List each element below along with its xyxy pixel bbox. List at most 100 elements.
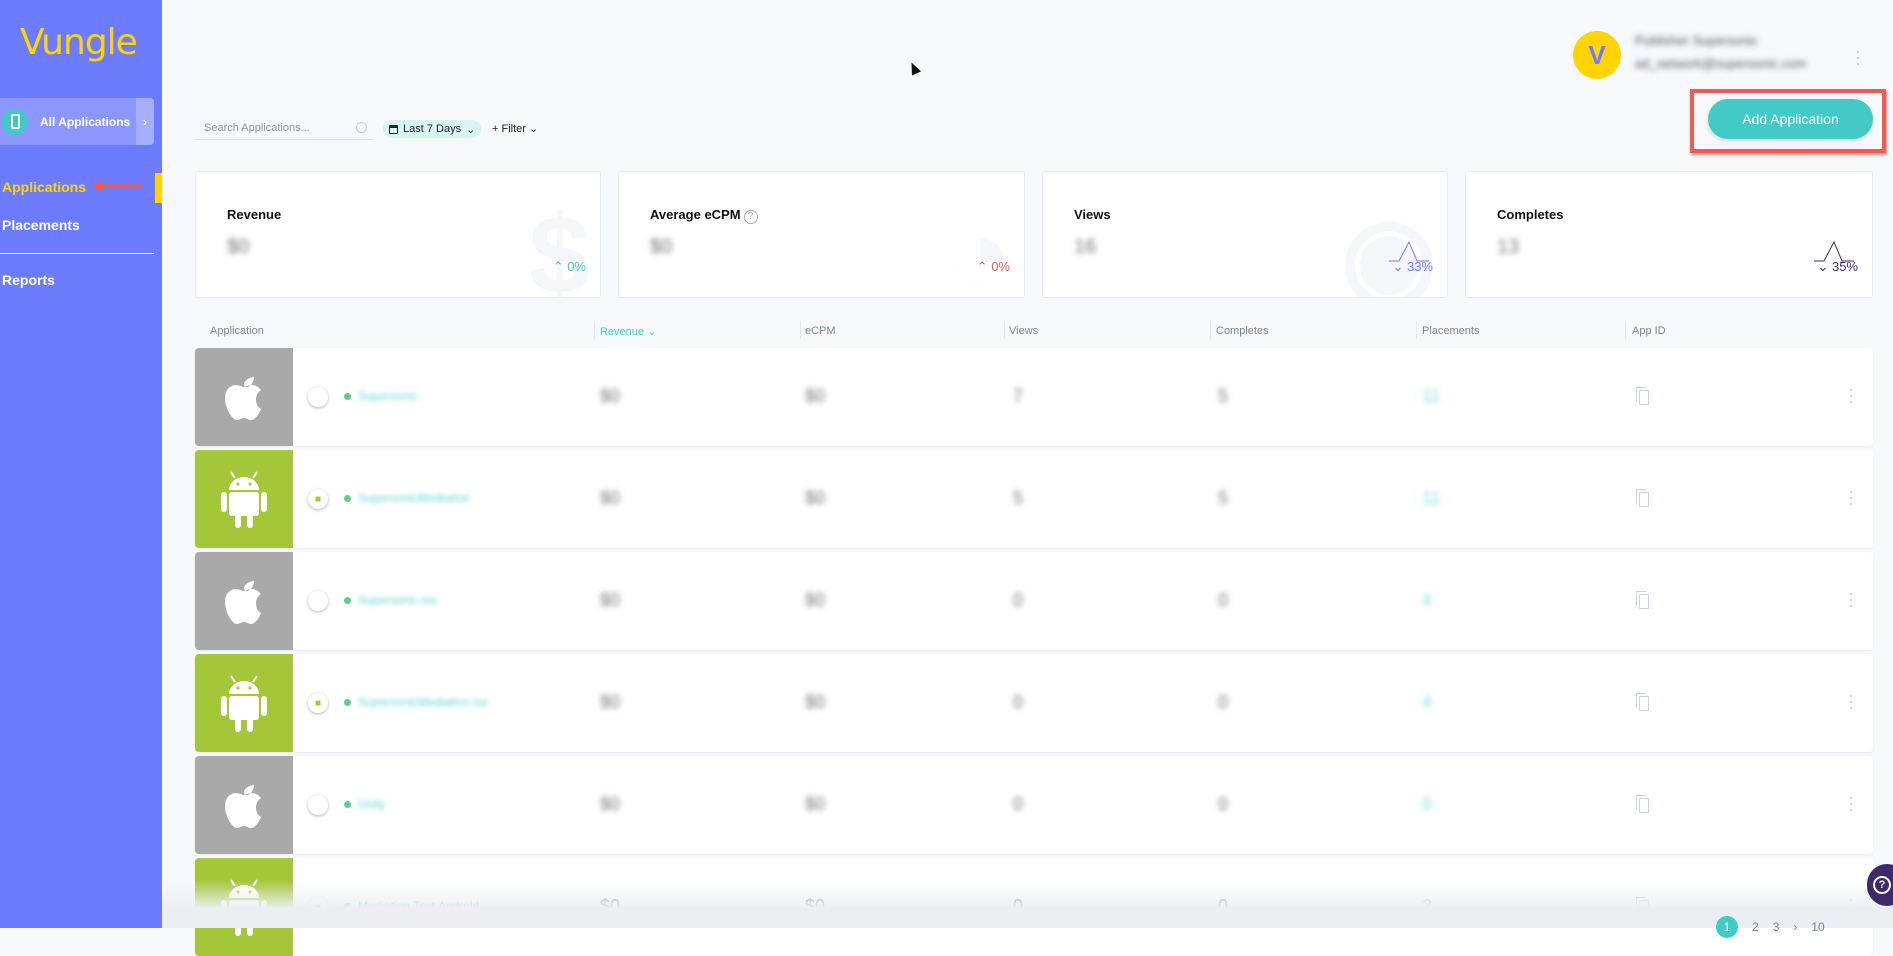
more-vertical-icon[interactable]: · · ·	[1855, 42, 1861, 72]
completes-cell: 5	[1218, 386, 1229, 406]
status-dot	[344, 597, 351, 604]
search-field[interactable]	[195, 116, 373, 140]
page-3[interactable]: 3	[1773, 920, 1780, 934]
completes-cell: 0	[1218, 590, 1229, 610]
column-divider	[594, 321, 595, 339]
sidebar-item-applications[interactable]: Applications	[2, 179, 86, 195]
gauge-icon: ◔	[947, 194, 1014, 298]
pagination: 1 2 3 › 10	[1716, 916, 1825, 938]
app-name-link[interactable]: SupersonicMediation.ios	[358, 695, 489, 709]
search-input[interactable]	[195, 121, 356, 134]
help-icon[interactable]: ?	[743, 210, 758, 224]
revenue-cell: $0	[600, 794, 621, 814]
question-icon: ?	[1873, 876, 1891, 894]
card-title: Completes	[1497, 207, 1564, 222]
copy-app-id-icon[interactable]	[1636, 591, 1650, 609]
app-name-link[interactable]: Supersonic.ios	[358, 593, 437, 607]
sidebar-divider	[0, 253, 154, 254]
completes-cell: 5	[1218, 488, 1229, 508]
apple-platform-icon	[308, 591, 328, 611]
chevron-right-icon[interactable]: ›	[136, 98, 154, 145]
completes-cell: 0	[1218, 692, 1229, 712]
placements-link[interactable]: 4	[1422, 692, 1432, 713]
status-dot	[344, 699, 351, 706]
table-row[interactable]: Unity $0 $0 0 0 0 · · ·	[195, 756, 1873, 854]
all-applications-selector[interactable]: All Applications ›	[0, 98, 154, 145]
android-platform-icon: ■	[308, 489, 328, 509]
app-name-link[interactable]: Supersonic	[358, 389, 418, 403]
calendar-icon	[389, 124, 398, 134]
filter-button[interactable]: + Filter ⌄	[492, 122, 538, 135]
table-row[interactable]: Supersonic $0 $0 7 5 11 · · ·	[195, 348, 1873, 446]
column-divider	[1004, 321, 1005, 339]
ecpm-card: ◔ Average eCPM? $0 ⌃ 0%	[618, 171, 1025, 298]
android-thumbnail-icon	[195, 654, 293, 752]
row-more-icon[interactable]: ···	[1848, 584, 1854, 614]
revenue-cell: $0	[600, 590, 621, 610]
table-row[interactable]: ■ SupersonicMediation $0 $0 5 5 11 · · ·	[195, 450, 1873, 548]
views-cell: 5	[1013, 488, 1024, 508]
card-value: 16	[1074, 236, 1097, 258]
card-change: ⌄ 35%	[1817, 259, 1858, 274]
copy-app-id-icon[interactable]	[1636, 795, 1650, 813]
status-dot	[344, 495, 351, 502]
sidebar-item-reports[interactable]: Reports	[2, 272, 55, 288]
ecpm-cell: $0	[805, 386, 826, 406]
row-more-icon[interactable]: ···	[1848, 788, 1854, 818]
views-cell: 0	[1013, 692, 1024, 712]
apple-thumbnail-icon	[195, 756, 293, 854]
ecpm-cell: $0	[805, 794, 826, 814]
revenue-cell: $0	[600, 692, 621, 712]
row-more-icon[interactable]: ···	[1848, 482, 1854, 512]
add-application-button[interactable]: Add Application	[1708, 99, 1873, 139]
app-name-link[interactable]: Unity	[358, 797, 385, 811]
apple-thumbnail-icon	[195, 552, 293, 650]
placements-link[interactable]: 11	[1422, 488, 1441, 509]
copy-app-id-icon[interactable]	[1636, 387, 1650, 405]
column-app-id[interactable]: App ID	[1632, 325, 1666, 337]
table-row[interactable]: Supersonic.ios $0 $0 0 0 4 · · ·	[195, 552, 1873, 650]
placements-link[interactable]: 0	[1422, 794, 1432, 815]
card-title: Views	[1074, 207, 1111, 222]
row-more-icon[interactable]: ···	[1848, 686, 1854, 716]
views-cell: 0	[1013, 794, 1024, 814]
scroll-fade	[162, 880, 1893, 928]
status-dot	[344, 801, 351, 808]
app-name-link[interactable]: SupersonicMediation	[358, 491, 470, 505]
card-change: ⌃ 0%	[976, 259, 1010, 274]
page-1[interactable]: 1	[1716, 916, 1738, 938]
completes-cell: 0	[1218, 794, 1229, 814]
card-change: ⌄ 33%	[1392, 259, 1433, 274]
copy-app-id-icon[interactable]	[1636, 693, 1650, 711]
revenue-card: $ Revenue $0 ⌃ 0%	[195, 171, 601, 298]
column-divider	[1416, 321, 1417, 339]
next-page-icon[interactable]: ›	[1793, 920, 1797, 934]
column-divider	[1625, 321, 1626, 339]
placements-link[interactable]: 11	[1422, 386, 1441, 407]
active-indicator	[155, 173, 162, 203]
revenue-cell: $0	[600, 386, 621, 406]
android-platform-icon: ■	[308, 693, 328, 713]
column-views[interactable]: Views	[1009, 325, 1038, 337]
column-revenue[interactable]: Revenue ⌄	[600, 325, 656, 338]
avatar[interactable]: V	[1573, 31, 1621, 79]
card-title: Average eCPM?	[650, 207, 758, 224]
date-range-label: Last 7 Days	[403, 123, 462, 135]
table-row[interactable]: ■ SupersonicMediation.ios $0 $0 0 0 4 · ·…	[195, 654, 1873, 752]
selector-label: All Applications	[40, 114, 131, 129]
copy-app-id-icon[interactable]	[1636, 489, 1650, 507]
placements-link[interactable]: 4	[1422, 590, 1432, 611]
row-more-icon[interactable]: ···	[1848, 380, 1854, 410]
column-ecpm[interactable]: eCPM	[805, 325, 836, 337]
sidebar-item-placements[interactable]: Placements	[2, 217, 80, 233]
column-completes[interactable]: Completes	[1216, 325, 1269, 337]
column-placements[interactable]: Placements	[1422, 325, 1479, 337]
page-last[interactable]: 10	[1811, 920, 1824, 934]
card-value: $0	[227, 236, 250, 258]
date-range-dropdown[interactable]: Last 7 Days ⌄	[383, 120, 482, 138]
card-change: ⌃ 0%	[552, 259, 586, 274]
chevron-down-icon: ⌄	[466, 123, 476, 136]
page-2[interactable]: 2	[1752, 920, 1759, 934]
column-application[interactable]: Application	[210, 325, 264, 337]
status-dot	[344, 393, 351, 400]
